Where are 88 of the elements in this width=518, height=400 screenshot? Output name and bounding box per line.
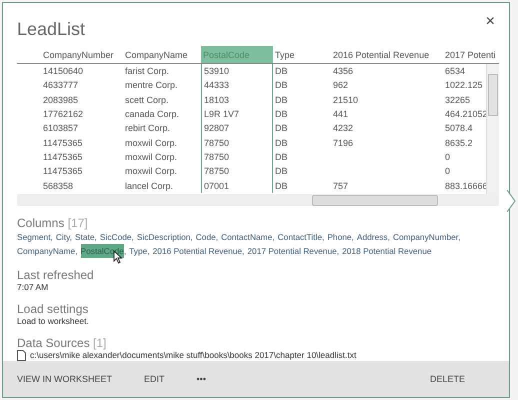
table-cell: mentre Corp. <box>125 80 178 90</box>
table-cell: DB <box>275 94 288 105</box>
table-cell: moxwil Corp. <box>125 138 178 148</box>
table-cell: farist Corp. <box>125 66 170 76</box>
column-link[interactable]: 2018 Potential Revenue <box>342 244 432 258</box>
horizontal-scrollbar[interactable] <box>17 194 499 206</box>
column-link[interactable]: City, <box>56 230 72 244</box>
column-link[interactable]: Segment, <box>17 230 53 244</box>
column-link[interactable]: CompanyNumber, <box>392 230 460 244</box>
table-cell: 4356 <box>333 66 354 76</box>
table-cell: 6534 <box>445 66 466 76</box>
column-header[interactable]: Type <box>273 46 331 64</box>
table-cell: 6103857 <box>43 123 78 134</box>
footer-button[interactable]: ••• <box>196 370 214 388</box>
section-heading: Columns [17] <box>17 216 89 230</box>
table-cell: canada Corp. <box>125 109 180 120</box>
column-header[interactable]: 2016 Potential Revenue <box>331 46 443 64</box>
table-cell: 2083985 <box>43 94 78 105</box>
table-cell: moxwil Corp. <box>125 152 178 162</box>
delete-button[interactable]: DELETE <box>430 370 473 388</box>
table-cell: DB <box>275 66 288 76</box>
table-cell: moxwil Corp. <box>125 166 178 176</box>
column-link[interactable]: , <box>124 244 126 258</box>
table-cell: DB <box>275 109 288 120</box>
refresh-time: 7:07 AM <box>17 282 50 292</box>
table-cell: 1022.125 <box>445 80 483 90</box>
column-link[interactable]: Type, <box>129 244 150 258</box>
table-cell: 8635.2 <box>445 138 473 148</box>
table-cell: 32265 <box>445 94 470 105</box>
table-cell: scett Corp. <box>125 94 169 105</box>
panel-title: LeadList <box>17 19 86 40</box>
table-cell: 78750 <box>204 152 230 162</box>
table-cell: DB <box>275 123 288 134</box>
table-cell: 4633777 <box>43 80 78 90</box>
column-link[interactable]: 2017 Potential Revenue, <box>247 244 340 258</box>
table-cell: 53910 <box>204 66 230 76</box>
footer-button[interactable]: EDIT <box>144 370 173 388</box>
table-cell: 14150640 <box>43 66 84 76</box>
table-cell: DB <box>275 80 288 90</box>
column-header[interactable]: CompanyNumber <box>41 46 123 64</box>
column-link[interactable]: SicCode, <box>100 230 134 244</box>
table-cell: 11475365 <box>43 152 82 162</box>
table-cell: DB <box>275 180 288 191</box>
table-cell: 78750 <box>204 166 230 176</box>
table-cell: L9R 1V7 <box>204 109 240 120</box>
table-cell: 962 <box>333 80 348 90</box>
section-heading: Load settings <box>17 302 90 316</box>
table-cell: 11475365 <box>43 166 82 176</box>
footer-button[interactable]: VIEW IN WORKSHEET <box>17 370 120 388</box>
close-button[interactable]: × <box>484 13 497 31</box>
table-cell: lancel Corp. <box>125 180 174 191</box>
column-link[interactable]: Phone, <box>327 230 354 244</box>
column-link[interactable]: ContactName, <box>221 230 275 244</box>
column-link[interactable]: Code, <box>196 230 218 244</box>
table-cell: 0 <box>445 152 450 162</box>
table-cell: 757 <box>333 180 348 191</box>
table-cell: 883.16666 <box>445 180 488 191</box>
table-cell: 464.21052 <box>445 109 488 120</box>
vertical-scrollbar[interactable] <box>486 64 499 194</box>
table-cell: 78750 <box>204 138 230 148</box>
column-link[interactable]: Address, <box>356 230 390 244</box>
table-cell: DB <box>275 138 288 148</box>
table-cell: 44333 <box>204 80 230 90</box>
table-cell: 18103 <box>204 94 230 105</box>
file-icon <box>17 350 26 361</box>
column-link[interactable]: ContactTitle, <box>278 230 324 244</box>
table-cell: 0 <box>445 166 450 176</box>
table-cell: 92807 <box>204 123 230 134</box>
table-cell: rebirt Corp. <box>125 123 170 134</box>
column-link[interactable]: SicDescription, <box>136 230 193 244</box>
section-heading: Last refreshed <box>17 268 95 282</box>
load-setting-text: Load to worksheet. <box>17 316 90 326</box>
table-cell: 4232 <box>333 123 354 134</box>
table-cell: DB <box>275 166 288 176</box>
file-path: c:\users\mike alexander\documents\mike stuff\books\books 2017\chapter 10\leadlist.txt <box>30 350 356 360</box>
table-cell: 17762162 <box>43 109 84 120</box>
table-cell: DB <box>275 152 288 162</box>
column-link[interactable]: 2016 Potential Revenue, <box>152 244 244 258</box>
column-link[interactable]: CompanyName, <box>17 244 78 258</box>
table-cell: 568358 <box>43 180 74 191</box>
table-cell: 21510 <box>333 94 358 105</box>
table-cell: 5078.4 <box>445 123 473 134</box>
table-cell: 11475365 <box>43 138 82 148</box>
column-link[interactable]: State, <box>75 230 97 244</box>
table-cell: 07001 <box>204 180 230 191</box>
table-cell: 7196 <box>333 138 354 148</box>
table-cell: 441 <box>333 109 348 120</box>
section-heading: Data Sources [1] <box>17 336 108 350</box>
